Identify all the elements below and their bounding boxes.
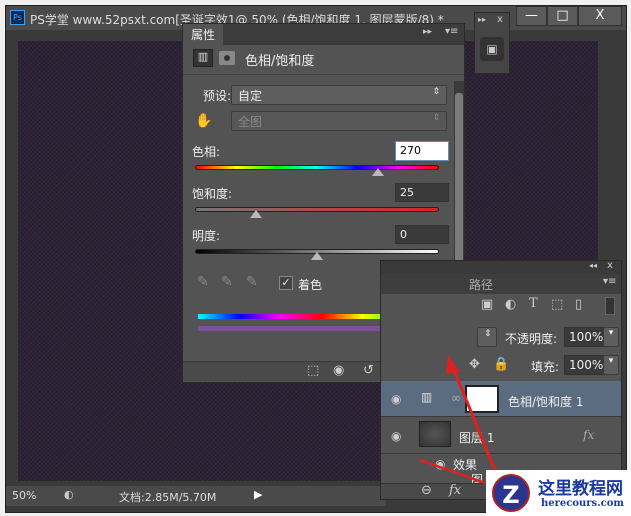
watermark-url: herecours.com xyxy=(541,498,625,509)
watermark-logo: Z xyxy=(492,474,530,512)
arrowhead xyxy=(446,355,460,374)
watermark-title: 这里教程网 xyxy=(538,479,623,499)
annotation-arrows xyxy=(419,355,507,496)
watermark: Z 这里教程网 herecours.com xyxy=(486,470,631,516)
